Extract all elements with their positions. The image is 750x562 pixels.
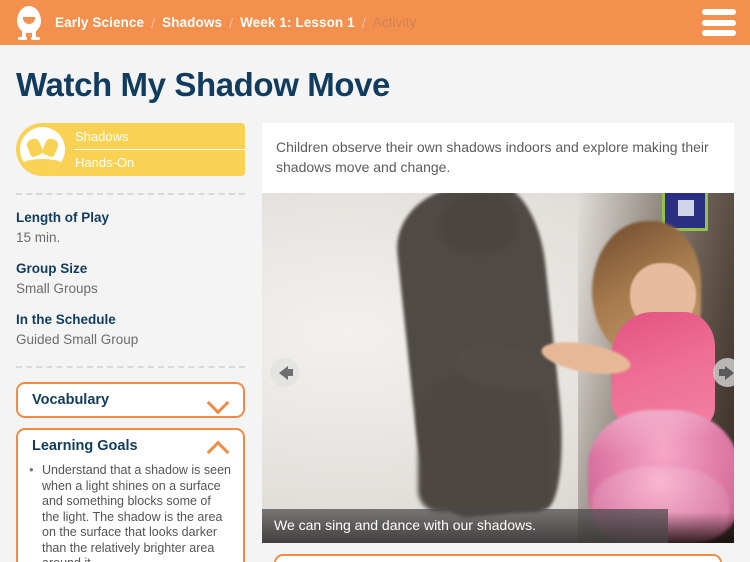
accordion-body-learning-goals: Understand that a shadow is seen when a … bbox=[18, 462, 243, 562]
sidebar: Shadows Hands-On Length of Play 15 min. … bbox=[16, 123, 245, 562]
photo-shadow-skirt bbox=[417, 375, 550, 512]
chevron-up-icon[interactable] bbox=[208, 440, 230, 453]
breadcrumb-item-early-science[interactable]: Early Science bbox=[55, 15, 144, 30]
hands-shadow-puppet-icon bbox=[20, 127, 65, 172]
meta-group-size: Group Size Small Groups bbox=[16, 260, 245, 298]
activity-photo: We can sing and dance with our shadows. bbox=[262, 193, 734, 543]
arrow-left-stem bbox=[286, 369, 293, 376]
meta-value: 15 min. bbox=[16, 230, 61, 245]
meta-length-of-play: Length of Play 15 min. bbox=[16, 209, 245, 247]
activity-type-badge: Shadows Hands-On bbox=[16, 123, 245, 176]
arms-shape bbox=[20, 159, 65, 172]
hamburger-bar bbox=[702, 19, 736, 26]
photo-caption: We can sing and dance with our shadows. bbox=[262, 509, 668, 543]
meta-value: Guided Small Group bbox=[16, 332, 139, 347]
breadcrumb-separator: / bbox=[229, 14, 234, 31]
list-item: Understand that a shadow is seen when a … bbox=[28, 462, 231, 562]
breadcrumb-separator: / bbox=[151, 14, 156, 31]
page-title: Watch My Shadow Move bbox=[16, 66, 390, 103]
hamburger-bar bbox=[702, 9, 736, 15]
accordion-title: Vocabulary bbox=[32, 392, 110, 408]
arrow-left-circle-icon[interactable] bbox=[270, 358, 299, 387]
hamburger-bar bbox=[702, 30, 736, 36]
photo-shadow-head bbox=[441, 193, 517, 253]
logo-foot-left bbox=[18, 36, 27, 40]
breadcrumb-item-activity: Activity bbox=[372, 15, 417, 30]
accordion-header-learning-goals[interactable]: Learning Goals bbox=[18, 430, 243, 462]
arrow-right-circle-icon[interactable] bbox=[713, 358, 734, 387]
activity-description: Children observe their own shadows indoo… bbox=[262, 123, 734, 193]
meta-value: Small Groups bbox=[16, 281, 98, 296]
egg-mascot-logo[interactable] bbox=[13, 5, 45, 40]
chevron-down-icon[interactable] bbox=[208, 394, 230, 407]
breadcrumb: Early Science / Shadows / Week 1: Lesson… bbox=[55, 15, 416, 31]
app-header: Early Science / Shadows / Week 1: Lesson… bbox=[0, 0, 750, 45]
badge-type: Hands-On bbox=[75, 155, 135, 170]
breadcrumb-separator: / bbox=[361, 14, 366, 31]
meta-label: Length of Play bbox=[16, 210, 110, 225]
badge-topic: Shadows bbox=[74, 126, 245, 150]
meta-in-the-schedule: In the Schedule Guided Small Group bbox=[16, 311, 245, 349]
hand-right-shape bbox=[41, 137, 60, 158]
hamburger-menu-icon[interactable] bbox=[702, 9, 736, 36]
next-section-card[interactable] bbox=[274, 554, 722, 562]
learning-goals-list: Understand that a shadow is seen when a … bbox=[28, 462, 231, 562]
sidebar-divider bbox=[16, 193, 245, 195]
arrow-right-stem bbox=[719, 369, 726, 376]
hand-left-shape bbox=[25, 137, 44, 158]
meta-label: Group Size bbox=[16, 261, 88, 276]
badge-text-group: Shadows Hands-On bbox=[74, 126, 245, 173]
main-panel: Children observe their own shadows indoo… bbox=[262, 123, 734, 562]
logo-foot-right bbox=[31, 36, 40, 40]
breadcrumb-item-shadows[interactable]: Shadows bbox=[162, 15, 222, 30]
meta-label: In the Schedule bbox=[16, 312, 116, 327]
accordion-header-vocabulary[interactable]: Vocabulary bbox=[18, 384, 243, 416]
accordion-learning-goals[interactable]: Learning Goals Understand that a shadow … bbox=[16, 428, 245, 562]
accordion-title: Learning Goals bbox=[32, 438, 138, 454]
accordion-vocabulary[interactable]: Vocabulary bbox=[16, 382, 245, 418]
sidebar-divider-2 bbox=[16, 366, 245, 368]
breadcrumb-item-week-lesson[interactable]: Week 1: Lesson 1 bbox=[240, 15, 355, 30]
content-area: Shadows Hands-On Length of Play 15 min. … bbox=[0, 104, 750, 562]
